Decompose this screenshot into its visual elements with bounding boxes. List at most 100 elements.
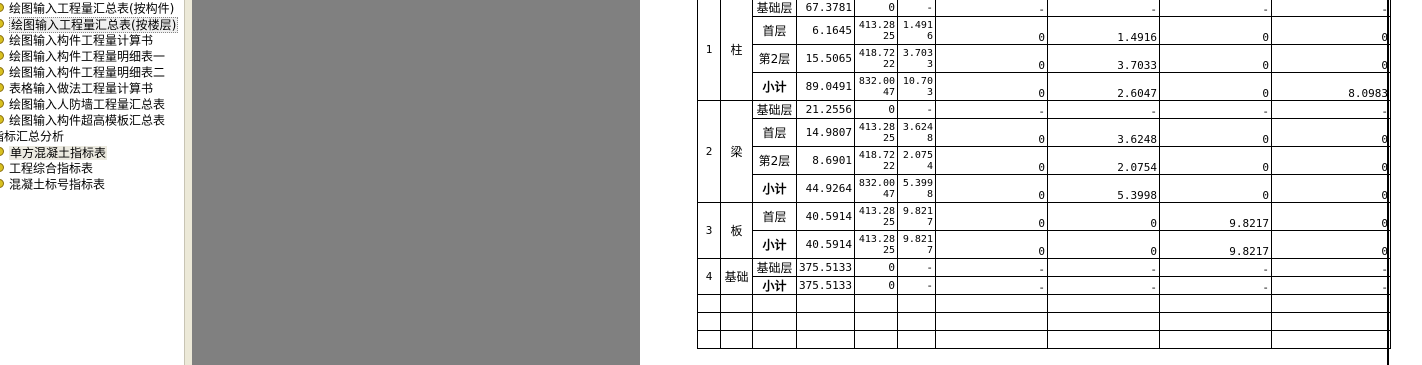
value-cell: 832.0047 [853, 72, 898, 101]
value-cell: 0 [1046, 202, 1160, 231]
tree-item[interactable]: 表格输入做法工程量计算书 [0, 80, 153, 96]
value-cell: 44.9264 [796, 174, 855, 203]
floor-cell: 小计 [752, 174, 797, 203]
value-cell: 5.3998 [1046, 174, 1160, 203]
value-cell: 413.2825 [853, 202, 898, 231]
value-cell: 0 [934, 44, 1048, 73]
value-cell: - [896, 0, 936, 17]
floor-cell: 基础层 [752, 258, 797, 277]
value-cell: 0 [934, 72, 1048, 101]
floor-cell: 小计 [752, 276, 797, 295]
empty-cell [697, 312, 721, 331]
value-cell: 8.0983 [1270, 72, 1391, 101]
tree-group-label[interactable]: 指标汇总分析 [0, 128, 64, 144]
floor-cell: 基础层 [752, 0, 797, 17]
value-cell: - [1158, 100, 1272, 119]
value-cell: - [1270, 0, 1391, 17]
table-row: 小计 44.9264 832.0047 5.3998 0 5.3998 0 0 [698, 174, 1391, 203]
empty-cell [796, 330, 855, 349]
floor-cell: 第2层 [752, 146, 797, 175]
value-cell: 0 [934, 174, 1048, 203]
value-cell: 8.6901 [796, 146, 855, 175]
value-cell: 3.7033 [1046, 44, 1160, 73]
tree-item[interactable]: 绘图输入构件工程量明细表一 [0, 48, 165, 64]
value-cell: 9.8217 [896, 230, 936, 259]
table-row: 小计 89.0491 832.0047 10.703 0 2.6047 0 8.0983 [698, 72, 1391, 101]
value-cell: 0 [1270, 230, 1391, 259]
report-node-icon [0, 35, 4, 44]
report-node-icon [0, 163, 4, 172]
tree-item-label: 绘图输入构件工程量明细表一 [9, 49, 166, 64]
value-cell: 2.6047 [1046, 72, 1160, 101]
empty-cell [752, 312, 797, 331]
tree-item[interactable]: 混凝土标号指标表 [0, 176, 105, 192]
value-cell: - [1046, 100, 1160, 119]
empty-cell [1158, 294, 1272, 313]
empty-cell [752, 330, 797, 349]
value-cell: 2.0754 [1046, 146, 1160, 175]
concrete-index-table: 1 柱基础层 67.3781 0- - - - - 首层 6.1645 413.2825 1.4916… [697, 0, 1391, 349]
value-cell: 0 [1270, 202, 1391, 231]
table-row: 首层 14.9807 413.2825 3.6248 0 3.6248 0 0 [698, 118, 1391, 147]
tree-item[interactable]: 绘图输入工程量汇总表(按楼层) [0, 16, 179, 33]
value-cell: 413.2825 [853, 118, 898, 147]
value-cell: - [896, 100, 936, 119]
panel-splitter[interactable] [184, 0, 193, 365]
value-cell: 9.8217 [1158, 230, 1272, 259]
tree-item[interactable]: 工程综合指标表 [0, 160, 93, 176]
tree-item[interactable]: 绘图输入构件工程量计算书 [0, 32, 153, 48]
value-cell: - [1046, 0, 1160, 17]
group-name: 柱 [720, 0, 753, 101]
value-cell: 3.6248 [896, 118, 936, 147]
value-cell: 14.9807 [796, 118, 855, 147]
tree-item[interactable]: 绘图输入工程量汇总表(按构件) [0, 0, 174, 16]
value-cell: 0 [934, 146, 1048, 175]
report-node-icon [0, 147, 4, 156]
value-cell: - [934, 0, 1048, 17]
report-node-icon [0, 99, 4, 108]
value-cell: 3.7033 [896, 44, 936, 73]
empty-cell [1158, 312, 1272, 331]
tree-item[interactable]: 单方混凝土指标表 [0, 144, 108, 160]
value-cell: 0 [934, 230, 1048, 259]
value-cell: - [896, 258, 936, 277]
value-cell: 3.6248 [1046, 118, 1160, 147]
value-cell: 0 [1270, 118, 1391, 147]
value-cell: 418.7222 [853, 44, 898, 73]
tree-item-label: 绘图输入构件超高模板汇总表 [9, 113, 166, 128]
tree-item-label: 表格输入做法工程量计算书 [9, 81, 154, 96]
tree-item-label: 工程综合指标表 [9, 161, 94, 176]
tree-item[interactable]: 绘图输入构件工程量明细表二 [0, 64, 165, 80]
value-cell: 0 [1158, 72, 1272, 101]
report-node-icon [0, 67, 4, 76]
tree-item-label: 绘图输入工程量汇总表(按构件) [9, 1, 175, 16]
tree-item-label: 指标汇总分析 [0, 129, 65, 144]
value-cell: - [896, 276, 936, 295]
value-cell: - [1158, 0, 1272, 17]
group-name: 基础 [720, 258, 753, 295]
table-row: 1 柱基础层 67.3781 0- - - - - [697, 0, 1391, 101]
value-cell: 67.3781 [796, 0, 855, 17]
value-cell: 10.703 [896, 72, 936, 101]
tree-item-label: 绘图输入人防墙工程量汇总表 [9, 97, 166, 112]
floor-cell: 首层 [752, 202, 797, 231]
value-cell: 0 [1158, 44, 1272, 73]
empty-row [697, 294, 1391, 313]
report-node-icon [0, 83, 4, 92]
tree-item-label: 绘图输入构件工程量明细表二 [9, 65, 166, 80]
value-cell: - [1046, 276, 1160, 295]
tree-item[interactable]: 绘图输入构件超高模板汇总表 [0, 112, 165, 128]
empty-cell [853, 294, 898, 313]
empty-cell [752, 294, 797, 313]
empty-cell [1158, 330, 1272, 349]
value-cell: 0 [1158, 118, 1272, 147]
table-right-border [1387, 0, 1389, 365]
value-cell: 9.8217 [1158, 202, 1272, 231]
table-row: 小计 375.5133 0- - - - - [698, 276, 1391, 295]
empty-cell [934, 294, 1048, 313]
empty-cell [1270, 312, 1391, 331]
group-number: 3 [697, 202, 721, 259]
tree-item[interactable]: 绘图输入人防墙工程量汇总表 [0, 96, 165, 112]
value-cell: - [934, 258, 1048, 277]
report-node-icon [0, 179, 4, 188]
